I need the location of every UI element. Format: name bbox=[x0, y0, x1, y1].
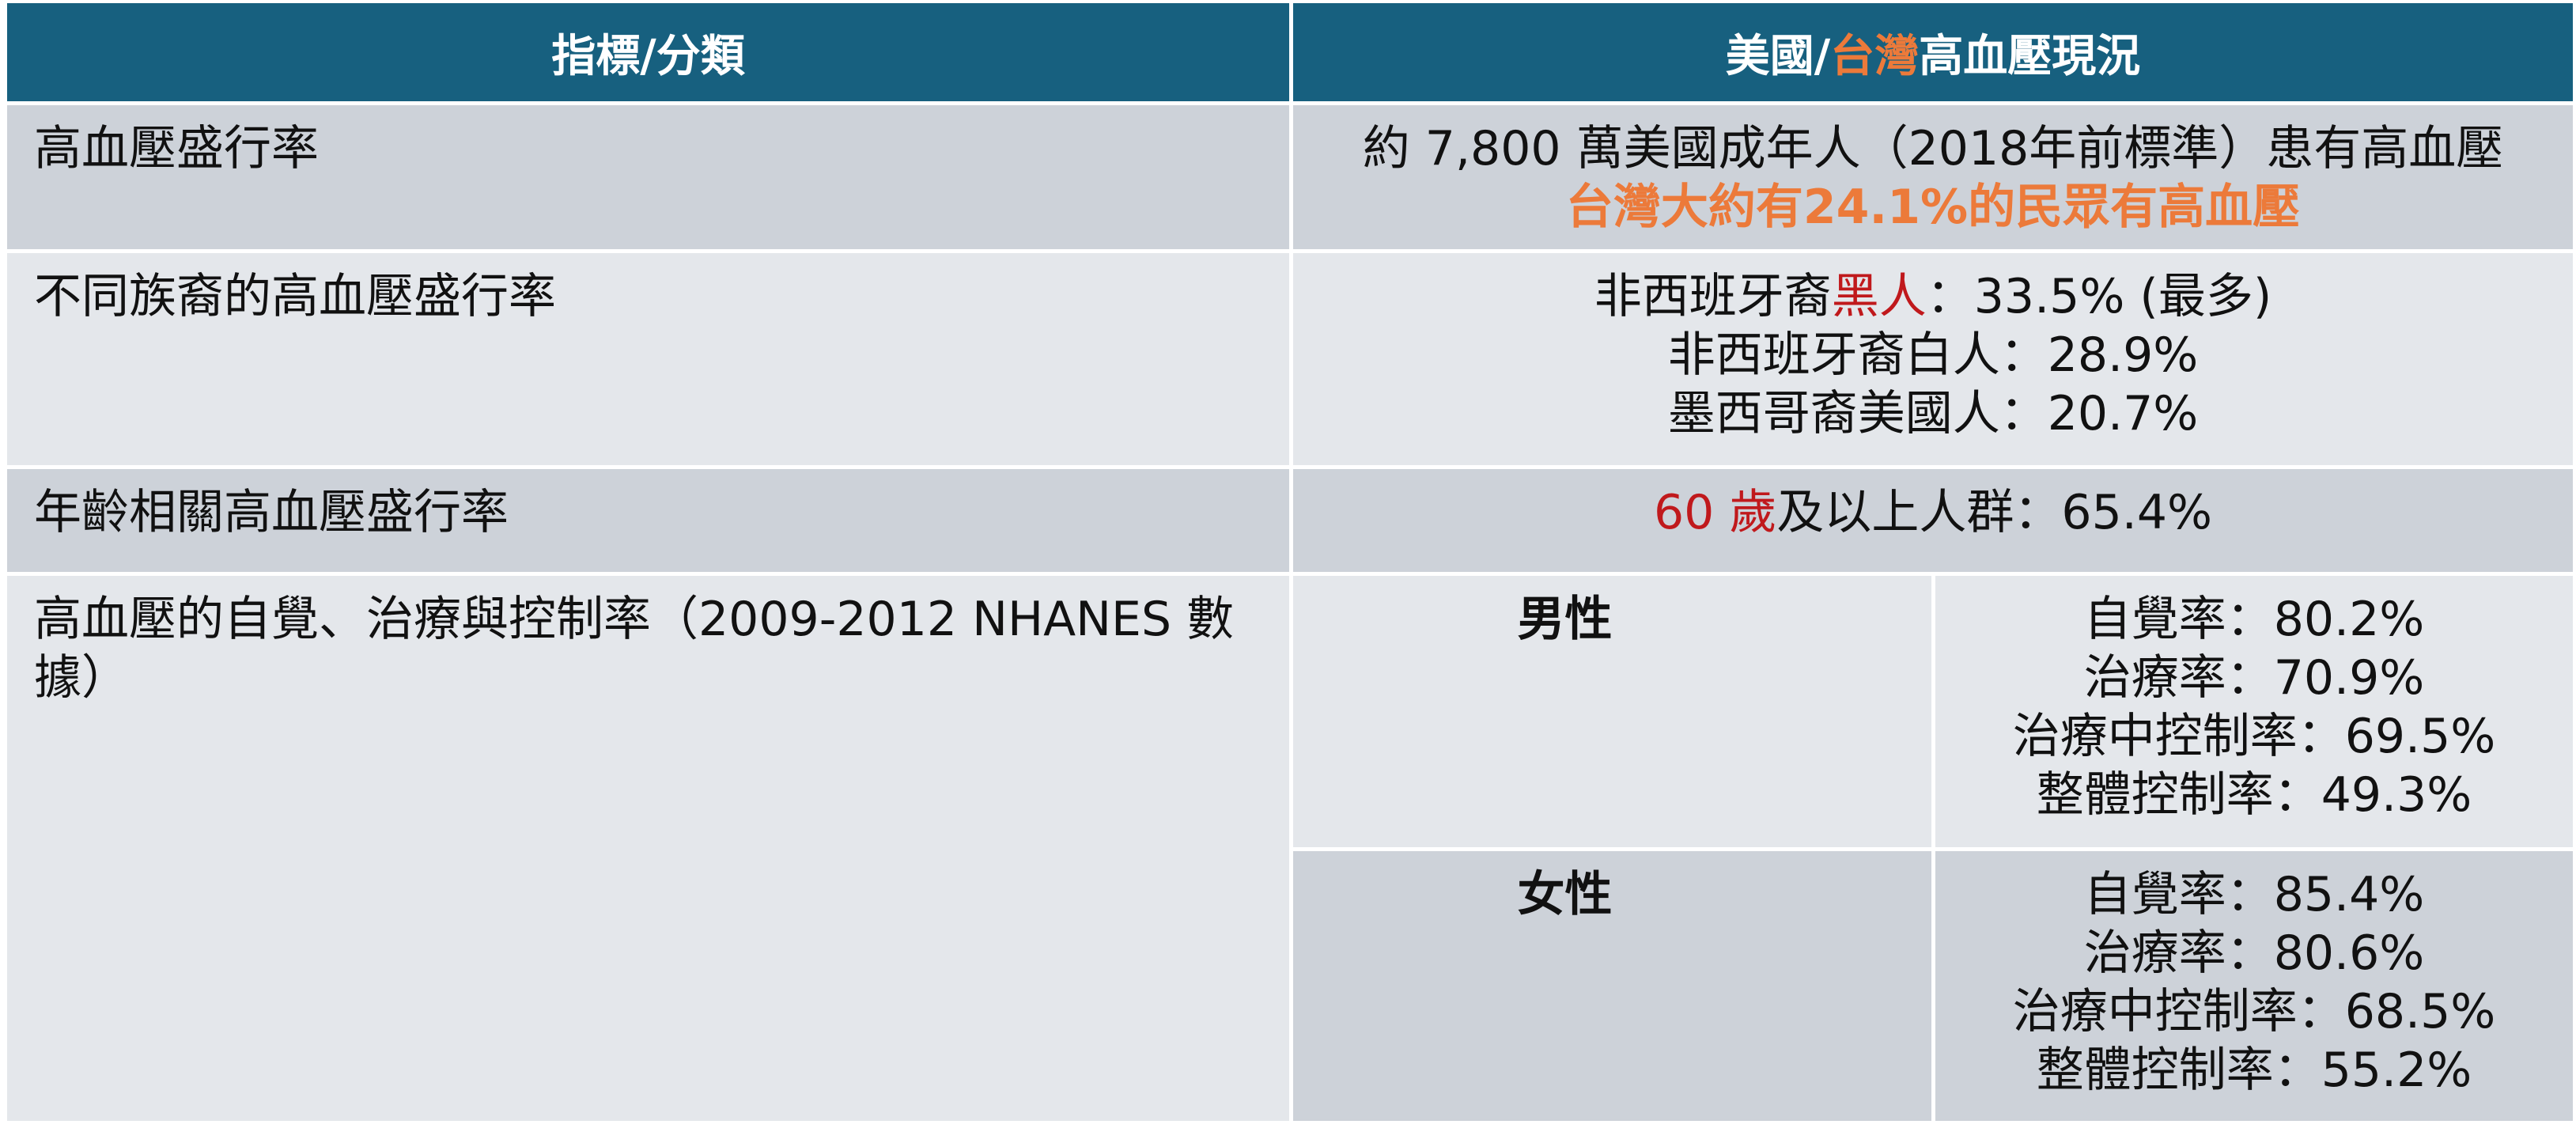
ethnic-black-highlight: 黑人 bbox=[1831, 269, 1927, 325]
prevalence-label: 高血壓盛行率 bbox=[3, 101, 1293, 254]
ethnic-label: 不同族裔的高血壓盛行率 bbox=[3, 249, 1293, 469]
ethnic-white: 非西班牙裔白人：28.9% bbox=[1667, 327, 2199, 384]
header-status-prefix: 美國/ bbox=[1725, 30, 1831, 82]
header-row: 指標/分類 美國/台灣高血壓現況 bbox=[3, 3, 2576, 106]
age-rest: 及以上人群：65.4% bbox=[1776, 484, 2213, 540]
awareness-label: 高血壓的自覺、治療與控制率（2009-2012 NHANES 數據） bbox=[3, 572, 1293, 1125]
header-status-taiwan: 台灣 bbox=[1830, 30, 1920, 82]
female-awareness-rate: 自覺率：85.4% bbox=[2083, 867, 2425, 923]
header-indicator: 指標/分類 bbox=[3, 3, 1293, 106]
female-stats: 自覺率：85.4% 治療率：80.6% 治療中控制率：68.5% 整體控制率：5… bbox=[1931, 847, 2576, 1125]
male-treatment-rate: 治療率：70.9% bbox=[2083, 650, 2425, 706]
male-label: 男性 bbox=[1289, 572, 1935, 852]
female-treatment-rate: 治療率：80.6% bbox=[2083, 925, 2425, 982]
ethnic-black-prefix: 非西班牙裔 bbox=[1594, 269, 1832, 325]
female-label: 女性 bbox=[1289, 847, 1935, 1125]
table-row-ethnic: 不同族裔的高血壓盛行率 非西班牙裔黑人：33.5% (最多) 非西班牙裔白人：2… bbox=[3, 249, 2576, 469]
female-overall-control: 整體控制率：55.2% bbox=[2036, 1043, 2472, 1099]
table-row-prevalence: 高血壓盛行率 約 7,800 萬美國成年人（2018年前標準）患有高血壓 台灣大… bbox=[3, 101, 2576, 254]
prevalence-us: 約 7,800 萬美國成年人（2018年前標準）患有高血壓 bbox=[1362, 121, 2504, 177]
male-overall-control: 整體控制率：49.3% bbox=[2036, 767, 2472, 823]
ethnic-value: 非西班牙裔黑人：33.5% (最多) 非西班牙裔白人：28.9% 墨西哥裔美國人… bbox=[1288, 249, 2576, 469]
hypertension-table: 指標/分類 美國/台灣高血壓現況 高血壓盛行率 約 7,800 萬美國成年人（2… bbox=[3, 3, 2576, 1125]
male-stats: 自覺率：80.2% 治療率：70.9% 治療中控制率：69.5% 整體控制率：4… bbox=[1931, 572, 2576, 852]
male-awareness-rate: 自覺率：80.2% bbox=[2083, 592, 2425, 648]
ethnic-mexican: 墨西哥裔美國人：20.7% bbox=[1667, 386, 2199, 442]
ethnic-black-value: ：33.5% (最多) bbox=[1926, 269, 2272, 325]
male-control-in-treatment: 治療中控制率：69.5% bbox=[2012, 709, 2496, 765]
table-row-age: 年齡相關高血壓盛行率 60 歲及以上人群：65.4% bbox=[3, 464, 2576, 577]
prevalence-value: 約 7,800 萬美國成年人（2018年前標準）患有高血壓 台灣大約有24.1%… bbox=[1288, 101, 2576, 254]
ethnic-black: 非西班牙裔黑人：33.5% (最多) bbox=[1293, 267, 2573, 326]
table-row-awareness-male: 高血壓的自覺、治療與控制率（2009-2012 NHANES 數據） 男性 自覺… bbox=[3, 572, 2576, 1125]
header-status: 美國/台灣高血壓現況 bbox=[1288, 3, 2576, 106]
prevalence-taiwan: 台灣大約有24.1%的民眾有高血壓 bbox=[1565, 180, 2301, 236]
female-control-in-treatment: 治療中控制率：68.5% bbox=[2012, 984, 2496, 1040]
age-label: 年齡相關高血壓盛行率 bbox=[3, 464, 1293, 577]
age-value: 60 歲及以上人群：65.4% bbox=[1288, 464, 2576, 577]
header-status-suffix: 高血壓現況 bbox=[1919, 30, 2141, 82]
age-highlight: 60 歲 bbox=[1653, 484, 1777, 540]
